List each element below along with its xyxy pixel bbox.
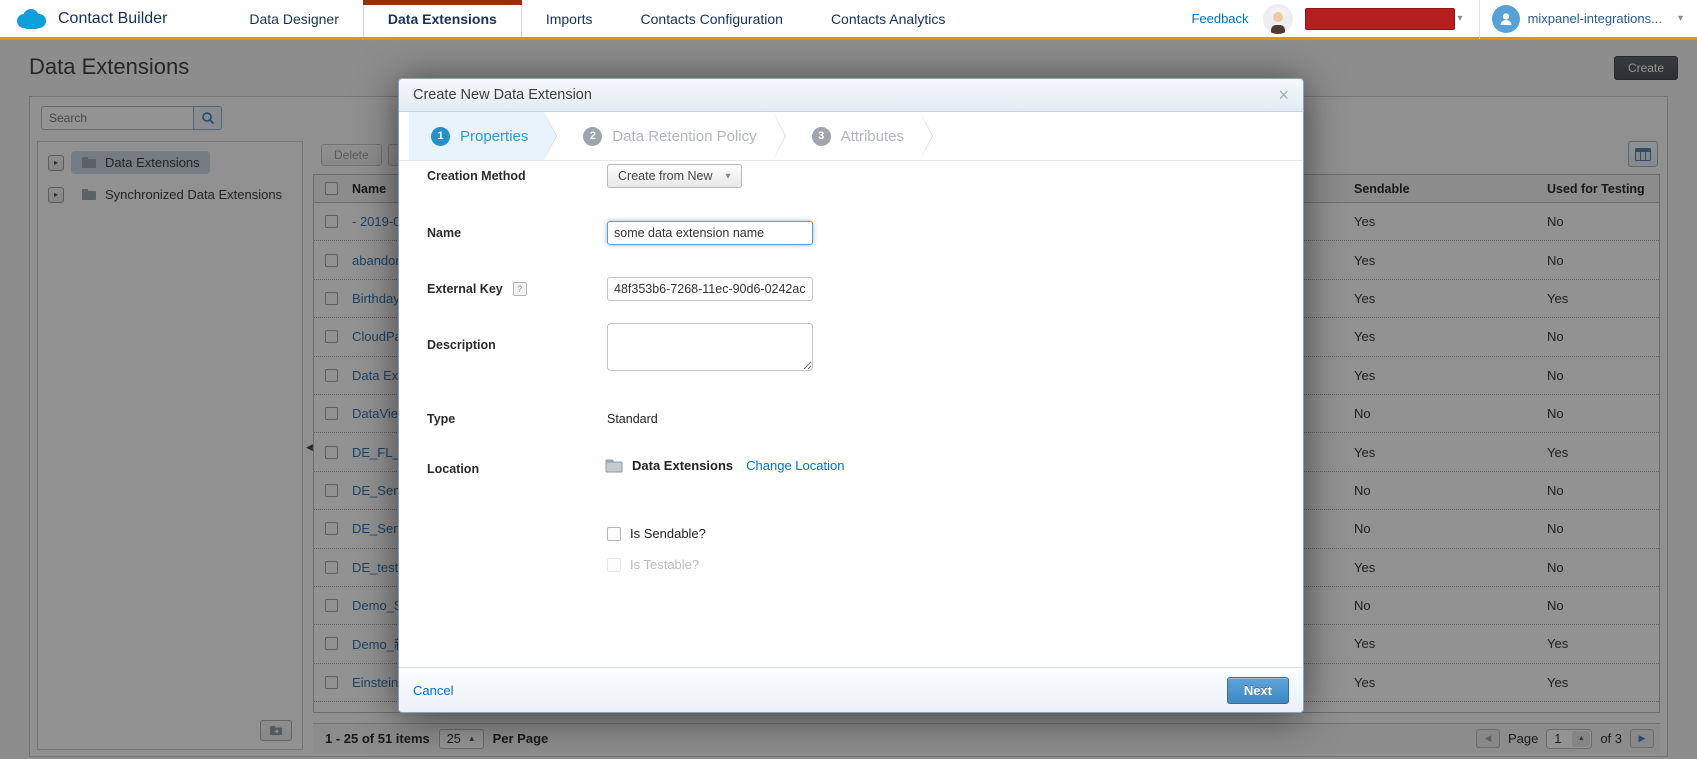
step-properties[interactable]: 1 Properties: [409, 112, 544, 160]
modal-title: Create New Data Extension: [413, 87, 592, 103]
redacted-account-box[interactable]: [1305, 8, 1455, 30]
nav-divider: [1479, 0, 1480, 39]
is-sendable-row: Is Sendable?: [607, 526, 706, 541]
tab-imports[interactable]: Imports: [522, 0, 617, 37]
name-input[interactable]: [607, 221, 813, 245]
tab-contacts-analytics[interactable]: Contacts Analytics: [807, 0, 969, 37]
folder-icon: [605, 459, 623, 473]
creation-method-label: Creation Method: [427, 169, 526, 183]
chevron-down-icon: ▾: [725, 171, 730, 182]
modal-footer: Cancel Next: [399, 667, 1303, 712]
person-icon: [1498, 11, 1514, 27]
app-window: Contact Builder Data Designer Data Exten…: [0, 0, 1697, 759]
account-chevron-down-icon[interactable]: ▾: [1678, 13, 1683, 24]
einstein-avatar[interactable]: [1263, 4, 1293, 34]
step-data-retention-policy[interactable]: 2 Data Retention Policy: [561, 112, 772, 160]
cancel-button[interactable]: Cancel: [413, 683, 453, 698]
next-button[interactable]: Next: [1227, 677, 1289, 704]
description-label: Description: [427, 338, 496, 352]
tab-contacts-configuration[interactable]: Contacts Configuration: [617, 0, 807, 37]
location-value: Data Extensions: [632, 458, 733, 473]
external-key-input[interactable]: [607, 277, 813, 301]
wizard-steps: 1 Properties 2 Data Retention Policy 3 A…: [399, 112, 1303, 161]
is-testable-row: Is Testable?: [607, 557, 699, 572]
feedback-link[interactable]: Feedback: [1191, 11, 1248, 26]
brand: Contact Builder: [0, 0, 183, 37]
app-title: Contact Builder: [58, 10, 167, 28]
create-data-extension-modal: Create New Data Extension × 1 Properties…: [398, 78, 1304, 713]
chevron-down-icon[interactable]: ▾: [1458, 13, 1463, 24]
is-testable-checkbox[interactable]: [607, 558, 621, 572]
location-row: Data Extensions Change Location: [605, 458, 844, 473]
creation-method-dropdown[interactable]: Create from New ▾: [607, 164, 742, 188]
close-icon[interactable]: ×: [1278, 86, 1289, 104]
modal-header: Create New Data Extension ×: [399, 79, 1303, 112]
description-textarea[interactable]: [607, 323, 813, 371]
help-icon[interactable]: ?: [513, 282, 527, 296]
location-label: Location: [427, 462, 479, 476]
nav-right: Feedback ▾ mixpanel-integrations... ▾: [1191, 0, 1697, 37]
tab-data-extensions[interactable]: Data Extensions: [363, 0, 522, 37]
modal-body: Creation Method Create from New ▾ Name E…: [399, 163, 1303, 667]
user-avatar[interactable]: [1492, 5, 1520, 33]
top-nav: Contact Builder Data Designer Data Exten…: [0, 0, 1697, 40]
account-name: mixpanel-integrations...: [1528, 11, 1662, 26]
step-attributes[interactable]: 3 Attributes: [790, 112, 920, 160]
tab-data-designer[interactable]: Data Designer: [225, 0, 363, 37]
nav-tabs: Data Designer Data Extensions Imports Co…: [225, 0, 969, 37]
salesforce-cloud-logo: [14, 7, 48, 31]
external-key-label: External Key ?: [427, 282, 527, 296]
type-value: Standard: [607, 412, 658, 426]
name-label: Name: [427, 226, 461, 240]
change-location-link[interactable]: Change Location: [746, 458, 844, 473]
is-sendable-checkbox[interactable]: [607, 527, 621, 541]
type-label: Type: [427, 412, 455, 426]
